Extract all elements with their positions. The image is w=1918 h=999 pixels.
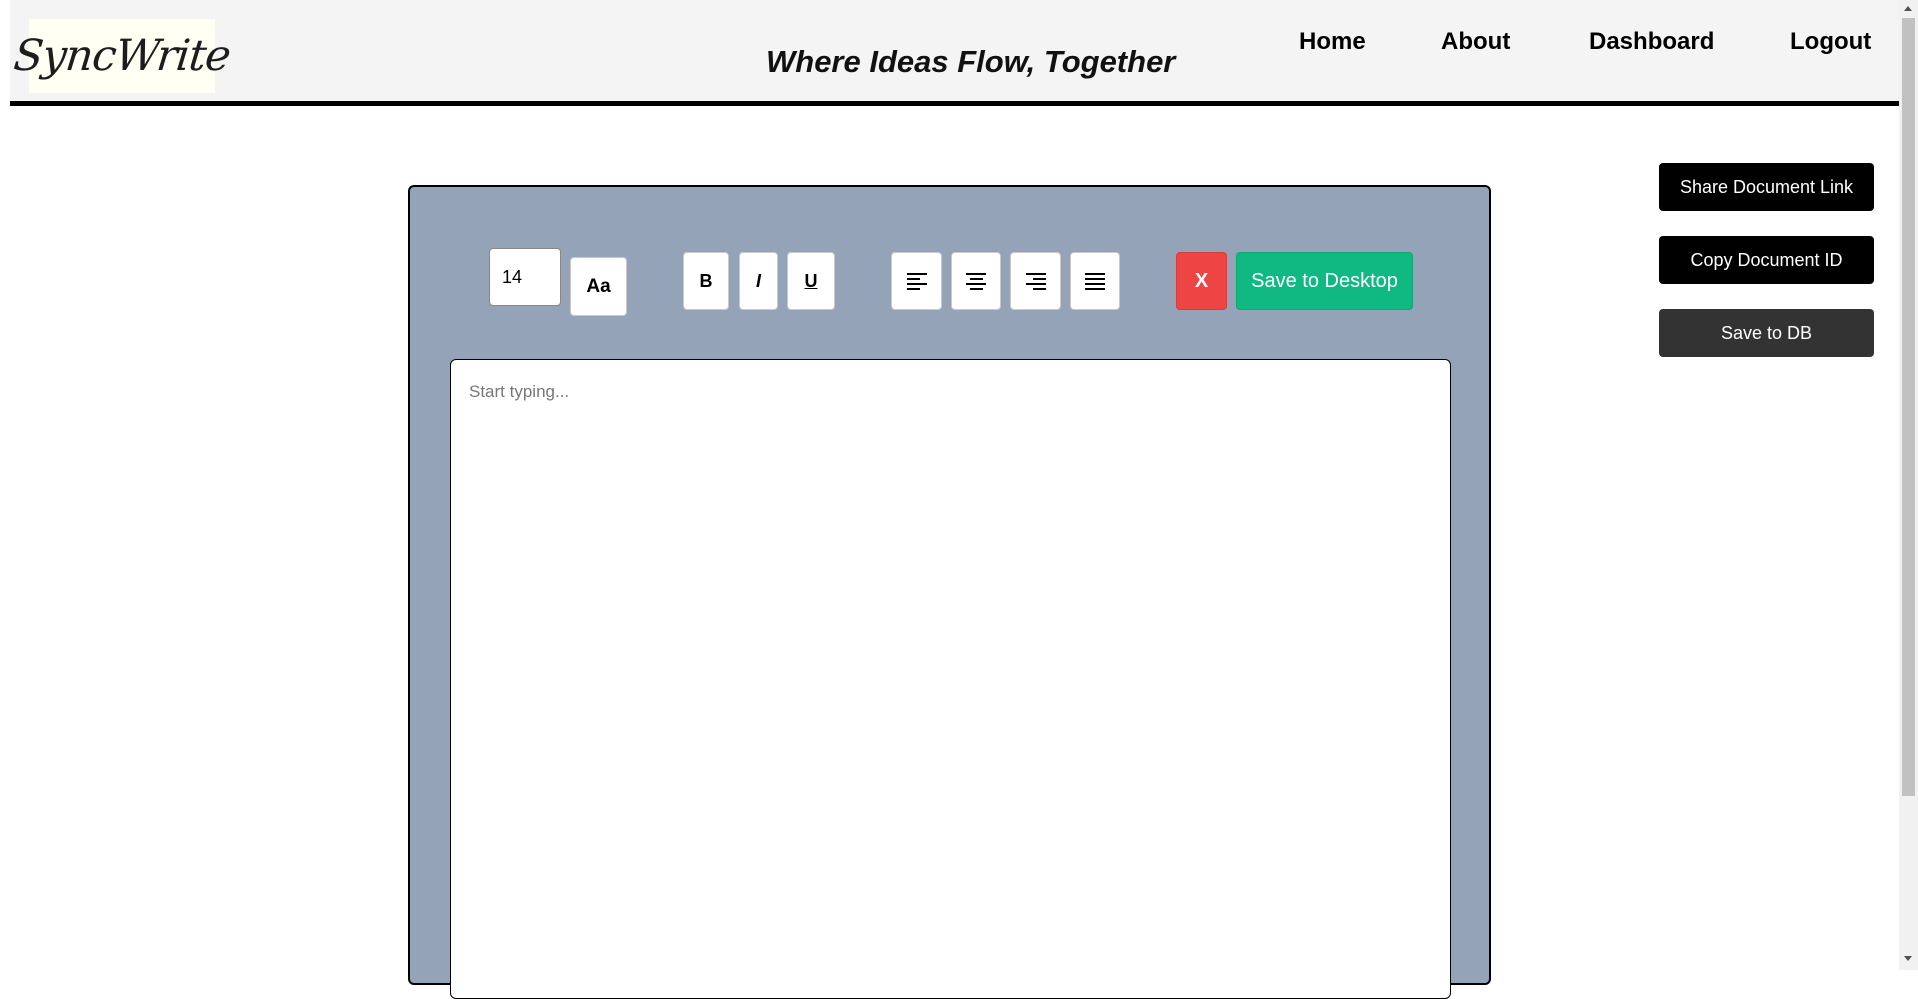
editor-panel: Aa B I U X S [408, 185, 1491, 999]
editor-placeholder: Start typing... [469, 382, 570, 401]
italic-button[interactable]: I [739, 252, 778, 310]
scroll-thumb[interactable] [1902, 18, 1915, 796]
page-scrollbar[interactable] [1899, 0, 1918, 970]
share-document-link-button[interactable]: Share Document Link [1659, 163, 1874, 211]
scroll-down-icon[interactable] [1904, 956, 1912, 961]
align-right-button[interactable] [1010, 252, 1061, 310]
save-to-desktop-button[interactable]: Save to Desktop [1236, 252, 1413, 310]
tagline: Where Ideas Flow, Together [766, 44, 1176, 79]
align-left-icon [906, 272, 927, 290]
nav-dashboard[interactable]: Dashboard [1589, 28, 1714, 56]
header: SyncWrite Where Ideas Flow, Together Hom… [10, 0, 1899, 106]
align-center-button[interactable] [951, 252, 1001, 310]
nav-logout[interactable]: Logout [1790, 28, 1871, 56]
nav-about[interactable]: About [1441, 28, 1510, 56]
align-center-icon [966, 272, 986, 290]
copy-document-id-button[interactable]: Copy Document ID [1659, 236, 1874, 284]
nav-home[interactable]: Home [1299, 28, 1366, 56]
logo[interactable]: SyncWrite [11, 19, 233, 93]
editor-text-area[interactable]: Start typing... [450, 359, 1451, 999]
align-justify-icon [1085, 272, 1105, 290]
font-size-input[interactable] [489, 248, 561, 306]
justify-button[interactable] [1070, 252, 1120, 310]
scroll-up-icon[interactable] [1904, 6, 1912, 11]
font-family-button[interactable]: Aa [570, 257, 627, 316]
clear-button[interactable]: X [1176, 252, 1227, 310]
save-to-db-button[interactable]: Save to DB [1659, 309, 1874, 357]
logo-text: SyncWrite [11, 31, 233, 81]
bold-button[interactable]: B [683, 252, 729, 310]
underline-button[interactable]: U [787, 252, 835, 310]
align-left-button[interactable] [891, 252, 942, 310]
align-right-icon [1025, 272, 1046, 290]
